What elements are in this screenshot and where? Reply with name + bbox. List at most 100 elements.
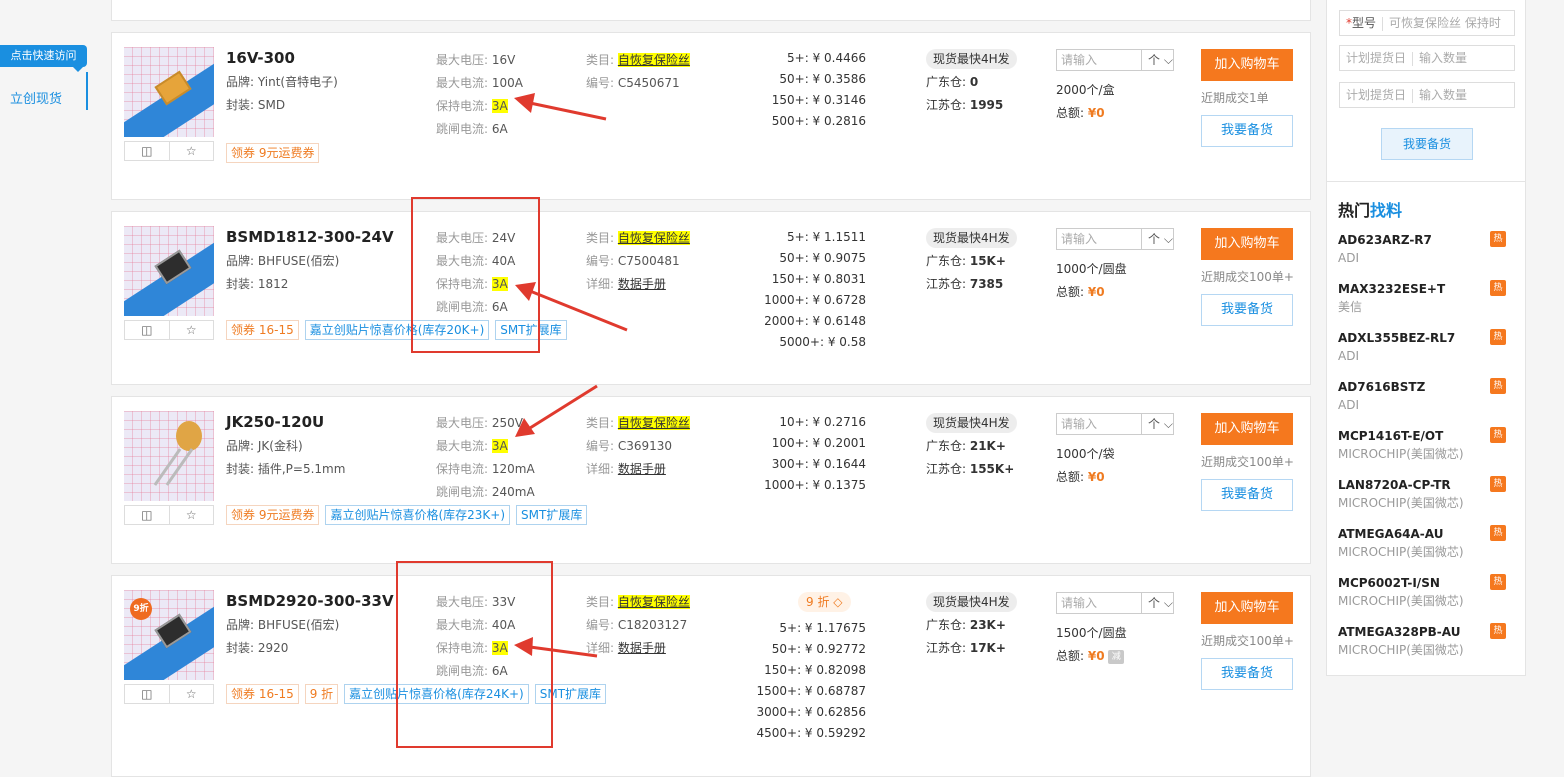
hot-item[interactable]: MAX3232ESE+T 美信 热 (1338, 280, 1514, 316)
product-image[interactable] (124, 47, 214, 137)
hot-part[interactable]: AD7616BSTZ (1338, 378, 1514, 396)
hot-part[interactable]: ADXL355BEZ-RL7 (1338, 329, 1514, 347)
detail-line: 详细: 数据手册 (586, 275, 666, 292)
brand-value[interactable]: JK(金科) (258, 439, 303, 453)
model-input[interactable]: 可恢复保险丝 保持时 (1389, 16, 1501, 30)
datasheet-link[interactable]: 数据手册 (618, 641, 666, 655)
product-image[interactable] (124, 411, 214, 501)
hot-part[interactable]: AD623ARZ-R7 (1338, 231, 1514, 249)
quantity-input[interactable]: 请输入个 ⌵ (1056, 228, 1174, 250)
favorite-star-icon[interactable]: ☆ (170, 142, 214, 160)
price-tier: 150+: ¥ 0.8031 (771, 272, 866, 286)
product-image[interactable] (124, 226, 214, 316)
wh-value: 155K+ (969, 462, 1015, 476)
category-link[interactable]: 自恢复保险丝 (617, 595, 690, 609)
unit-select[interactable]: 个 ⌵ (1141, 50, 1173, 70)
product-name[interactable]: 16V-300 (226, 49, 295, 67)
model-field[interactable]: *型号 可恢复保险丝 保持时 (1339, 10, 1515, 36)
datasheet-link[interactable]: 数据手册 (618, 462, 666, 476)
lichuang-stock-link[interactable]: 立创现货 (10, 88, 62, 107)
stockup-button[interactable]: 我要备货 (1201, 115, 1293, 147)
hot-part[interactable]: MCP1416T-E/OT (1338, 427, 1514, 445)
product-name[interactable]: BSMD2920-300-33V (226, 592, 394, 610)
hot-brand: ADI (1338, 349, 1359, 363)
compare-icon[interactable]: ◫ (125, 142, 170, 160)
hot-item[interactable]: AD7616BSTZ ADI 热 (1338, 378, 1514, 414)
qty-input[interactable]: 输入数量 (1419, 88, 1467, 102)
panel-stockup-button[interactable]: 我要备货 (1381, 128, 1473, 160)
category-link[interactable]: 自恢复保险丝 (617, 416, 690, 430)
favorite-star-icon[interactable]: ☆ (170, 506, 214, 524)
favorite-star-icon[interactable]: ☆ (170, 685, 214, 703)
qty-input[interactable]: 输入数量 (1419, 51, 1467, 65)
code-label: 编号: (586, 439, 618, 453)
quantity-input[interactable]: 请输入个 ⌵ (1056, 592, 1174, 614)
quick-visit-badge[interactable]: 点击快速访问 (0, 45, 87, 72)
hot-part[interactable]: MAX3232ESE+T (1338, 280, 1514, 298)
hot-part[interactable]: ATMEGA328PB-AU (1338, 623, 1514, 641)
quantity-input[interactable]: 请输入个 ⌵ (1056, 49, 1174, 71)
spec-label: 跳闸电流: (436, 122, 492, 136)
favorite-star-icon[interactable]: ☆ (170, 321, 214, 339)
compare-icon[interactable]: ◫ (125, 506, 170, 524)
hot-item[interactable]: AD623ARZ-R7 ADI 热 (1338, 231, 1514, 267)
stockup-button[interactable]: 我要备货 (1201, 658, 1293, 690)
compare-icon[interactable]: ◫ (125, 685, 170, 703)
qty-field[interactable]: 请输入 (1057, 593, 1141, 613)
stockup-button[interactable]: 我要备货 (1201, 294, 1293, 326)
coupon-tag[interactable]: 领券 9元运费券 (226, 143, 320, 163)
pack-info: 1000个/袋 总额: ¥0 (1056, 443, 1115, 489)
brand-value[interactable]: BHFUSE(佰宏) (258, 618, 340, 632)
date-input[interactable]: 计划提货日 (1346, 51, 1406, 65)
hot-part[interactable]: LAN8720A-CP-TR (1338, 476, 1514, 494)
qty-field[interactable]: 请输入 (1057, 414, 1141, 434)
brand-value[interactable]: BHFUSE(佰宏) (258, 254, 340, 268)
qty-field[interactable]: 请输入 (1057, 229, 1141, 249)
smt-lib-tag[interactable]: SMT扩展库 (516, 505, 588, 525)
product-image[interactable]: 9折 (124, 590, 214, 680)
wh-value: 1995 (969, 98, 1004, 112)
coupon-tag[interactable]: 领券 16-15 (226, 684, 299, 704)
jiangsu-stock: 江苏仓: 7385 (926, 273, 1017, 296)
hot-part[interactable]: ATMEGA64A-AU (1338, 525, 1514, 543)
qty-field[interactable]: 请输入 (1057, 50, 1141, 70)
quantity-input[interactable]: 请输入个 ⌵ (1056, 413, 1174, 435)
hot-item[interactable]: MCP1416T-E/OT MICROCHIP(美国微芯) 热 (1338, 427, 1514, 463)
add-to-cart-button[interactable]: 加入购物车 (1201, 49, 1293, 81)
coupon-tag[interactable]: 领券 9元运费券 (226, 505, 320, 525)
smt-price-tag[interactable]: 嘉立创贴片惊喜价格(库存23K+) (325, 505, 511, 525)
spec-label: 最大电压: (436, 53, 492, 67)
compare-icon[interactable]: ◫ (125, 321, 170, 339)
unit-select[interactable]: 个 ⌵ (1141, 593, 1173, 613)
code-value: C369130 (617, 439, 673, 453)
product-name[interactable]: JK250-120U (226, 413, 324, 431)
datasheet-link[interactable]: 数据手册 (618, 277, 666, 291)
unit-select[interactable]: 个 ⌵ (1141, 229, 1173, 249)
stock-info: 现货最快4H发 广东仓: 21K+ 江苏仓: 155K+ (926, 413, 1017, 481)
hot-item[interactable]: LAN8720A-CP-TR MICROCHIP(美国微芯) 热 (1338, 476, 1514, 512)
hot-item[interactable]: MCP6002T-I/SN MICROCHIP(美国微芯) 热 (1338, 574, 1514, 610)
pack-size: 1000个/袋 (1056, 447, 1115, 461)
unit-select[interactable]: 个 ⌵ (1141, 414, 1173, 434)
stockup-button[interactable]: 我要备货 (1201, 479, 1293, 511)
date-input[interactable]: 计划提货日 (1346, 88, 1406, 102)
add-to-cart-button[interactable]: 加入购物车 (1201, 592, 1293, 624)
hot-item[interactable]: ADXL355BEZ-RL7 ADI 热 (1338, 329, 1514, 365)
hot-part[interactable]: MCP6002T-I/SN (1338, 574, 1514, 592)
package-value: 插件,P=5.1mm (257, 462, 346, 476)
add-to-cart-button[interactable]: 加入购物车 (1201, 228, 1293, 260)
wh-label: 江苏仓: (926, 462, 970, 476)
hot-item[interactable]: ATMEGA328PB-AU MICROCHIP(美国微芯) 热 (1338, 623, 1514, 659)
category-link[interactable]: 自恢复保险丝 (617, 53, 690, 67)
hot-item[interactable]: ATMEGA64A-AU MICROCHIP(美国微芯) 热 (1338, 525, 1514, 561)
brand-value[interactable]: Yint(音特电子) (258, 75, 338, 89)
product-name[interactable]: BSMD1812-300-24V (226, 228, 394, 246)
add-to-cart-button[interactable]: 加入购物车 (1201, 413, 1293, 445)
brand-line: 品牌: JK(金科) (226, 437, 303, 454)
category-link[interactable]: 自恢复保险丝 (617, 231, 690, 245)
spec-value: 120mA (491, 462, 535, 476)
coupon-tag[interactable]: 领券 16-15 (226, 320, 299, 340)
category-label: 类目: (586, 595, 618, 609)
stock-info: 现货最快4H发 广东仓: 23K+ 江苏仓: 17K+ (926, 592, 1017, 660)
package-line: 封装: SMD (226, 96, 285, 113)
